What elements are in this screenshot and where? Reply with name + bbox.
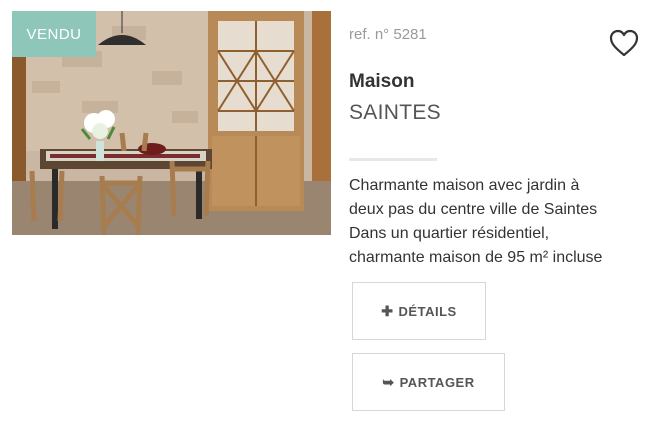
status-badge: VENDU — [12, 11, 96, 57]
property-description: Charmante maison avec jardin à deux pas … — [349, 174, 649, 270]
description-line: deux pas du centre ville de Saintes — [349, 201, 598, 218]
property-type: Maison — [349, 71, 415, 92]
plus-icon: ✚ — [381, 302, 394, 319]
description-line: Dans un quartier résidentiel, — [349, 225, 550, 242]
favorite-heart-icon[interactable] — [608, 29, 640, 57]
reference-number: ref. n° 5281 — [349, 26, 427, 43]
details-button[interactable]: ✚ DÉTAILS — [352, 282, 486, 340]
property-city: SAINTES — [349, 101, 441, 124]
share-button[interactable]: ➥ PARTAGER — [352, 353, 505, 411]
description-line: Charmante maison avec jardin à — [349, 177, 580, 194]
share-button-label: PARTAGER — [399, 374, 475, 390]
divider — [349, 158, 437, 161]
arrow-right-icon: ➥ — [382, 373, 395, 390]
details-button-label: DÉTAILS — [398, 303, 457, 319]
description-line: charmante maison de 95 m² incluse — [349, 249, 603, 266]
property-card: VENDU ref. n° 5281 Maison SAINTES Charma… — [0, 0, 657, 431]
